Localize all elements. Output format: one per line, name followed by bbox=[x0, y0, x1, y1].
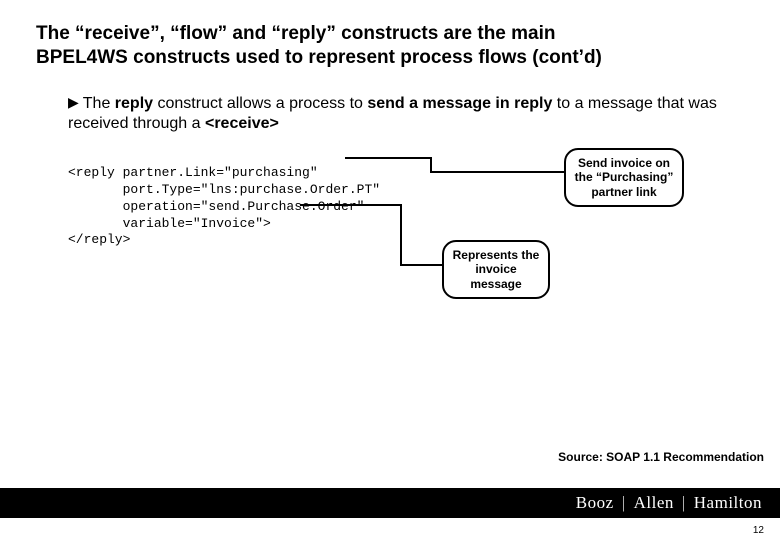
callout-represents-invoice: Represents the invoice message bbox=[442, 240, 550, 299]
connector-line bbox=[400, 204, 402, 264]
connector-line bbox=[300, 204, 400, 206]
connector-line bbox=[345, 157, 430, 159]
code-line-2: port.Type="lns:purchase.Order.PT" bbox=[68, 182, 380, 197]
bullet-bold-receive: <receive> bbox=[205, 115, 279, 132]
page-number: 12 bbox=[753, 525, 764, 536]
code-line-3: operation="send.Purchase.Order" bbox=[68, 199, 364, 214]
code-line-1: <reply partner.Link="purchasing" bbox=[68, 165, 318, 180]
code-line-4: variable="Invoice"> bbox=[68, 216, 271, 231]
code-line-5: </reply> bbox=[68, 232, 130, 247]
footer-brand-1: Booz bbox=[576, 493, 614, 513]
footer-brand-2: Allen bbox=[634, 493, 674, 513]
bullet-bold-send: send a message in reply bbox=[367, 95, 552, 112]
slide-title: The “receive”, “flow” and “reply” constr… bbox=[36, 22, 760, 70]
callout-text: Send invoice on the “Purchasing” partner… bbox=[575, 156, 674, 199]
bullet-text-pre: The bbox=[83, 95, 115, 112]
connector-line bbox=[400, 264, 442, 266]
footer-sep-icon: | bbox=[682, 493, 686, 513]
footer-bar: Booz | Allen | Hamilton bbox=[0, 488, 780, 518]
bullet-bold-reply: reply bbox=[115, 95, 153, 112]
bullet-marker-icon: ▶ bbox=[68, 94, 79, 112]
callout-send-invoice: Send invoice on the “Purchasing” partner… bbox=[564, 148, 684, 207]
code-snippet: <reply partner.Link="purchasing" port.Ty… bbox=[68, 148, 380, 249]
bullet-paragraph: ▶The reply construct allows a process to… bbox=[68, 94, 750, 134]
callout-text: Represents the invoice message bbox=[453, 248, 540, 291]
title-line-2: BPEL4WS constructs used to represent pro… bbox=[36, 47, 602, 68]
connector-line bbox=[430, 171, 564, 173]
bullet-text-mid1: construct allows a process to bbox=[153, 95, 367, 112]
title-line-1: The “receive”, “flow” and “reply” constr… bbox=[36, 23, 556, 44]
connector-line bbox=[430, 157, 432, 171]
footer-sep-icon: | bbox=[622, 493, 626, 513]
footer-brand-3: Hamilton bbox=[694, 493, 762, 513]
source-citation: Source: SOAP 1.1 Recommendation bbox=[558, 450, 764, 464]
